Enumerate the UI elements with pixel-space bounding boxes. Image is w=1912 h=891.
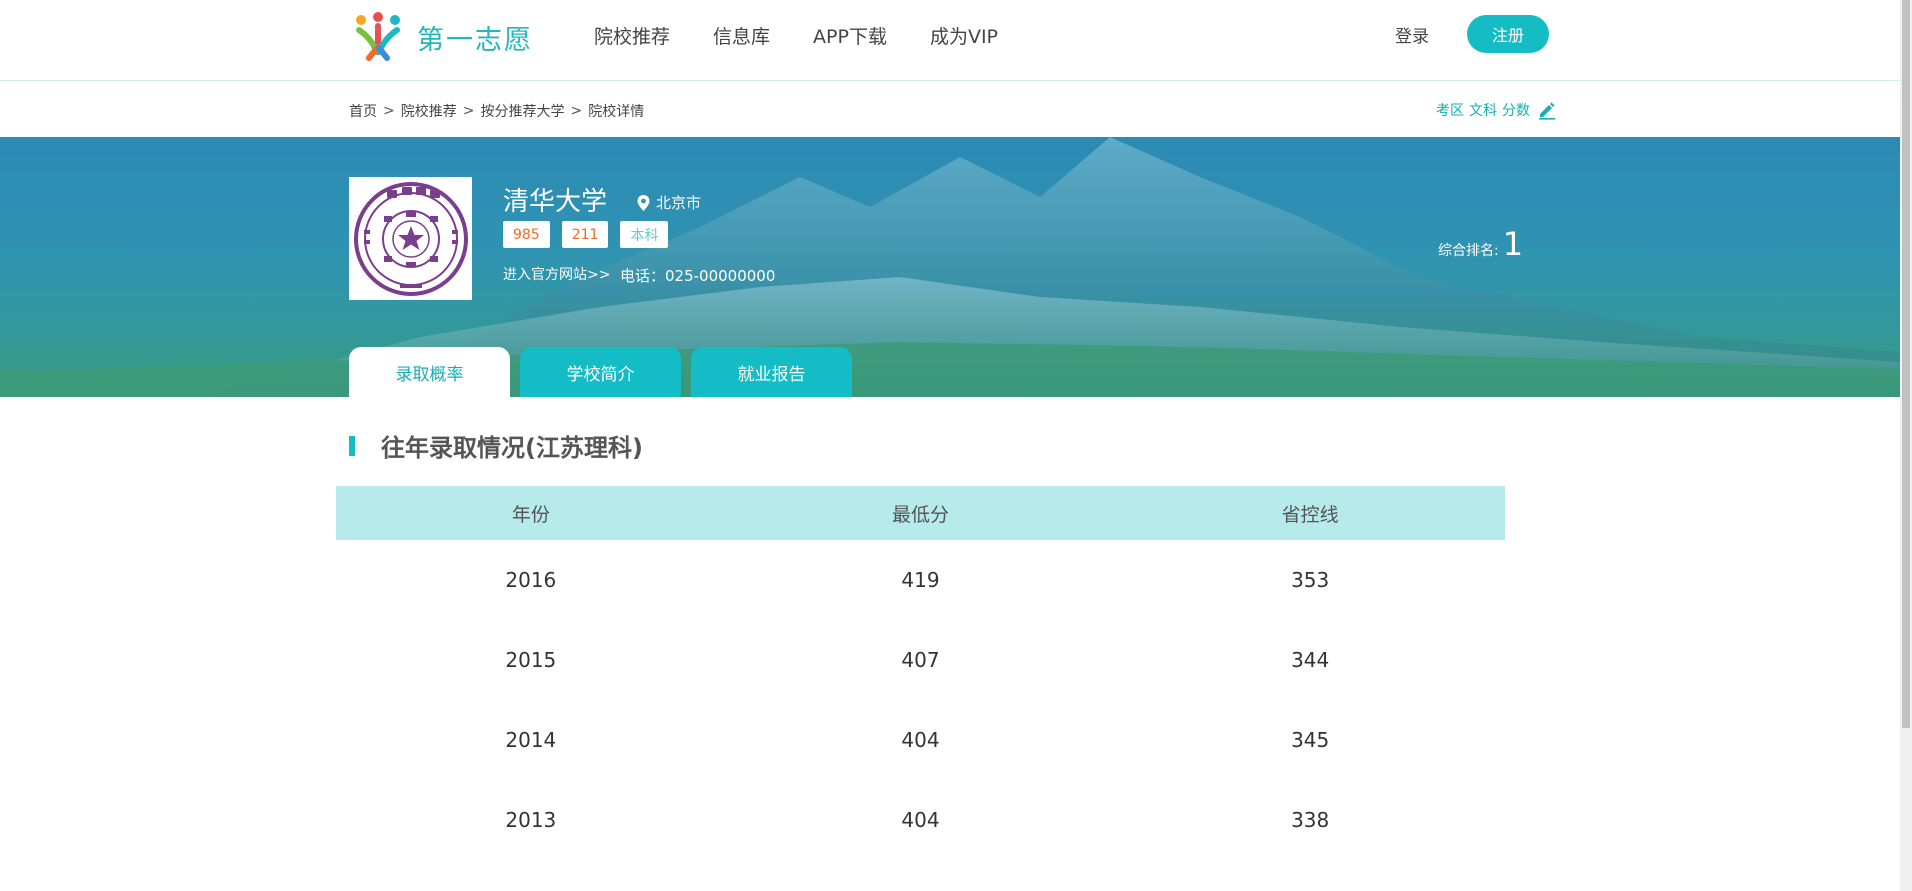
breadcrumb: 首页 > 院校推荐 > 按分推荐大学 > 院校详情 — [349, 101, 644, 121]
school-banner: 清华大学 北京市 985 211 本科 进入官方网站>> 电话：025-0000… — [0, 137, 1900, 397]
score-filters: 考区 文科 分数 — [1436, 100, 1557, 120]
tab-admission-probability[interactable]: 录取概率 — [349, 347, 510, 397]
edit-icon[interactable] — [1537, 100, 1557, 120]
section-title: 往年录取情况(江苏理科) — [381, 434, 643, 462]
breadcrumb-home[interactable]: 首页 — [349, 101, 377, 121]
register-button[interactable]: 注册 — [1467, 15, 1549, 53]
top-navigation-bar: 第一志愿 院校推荐 信息库 APP下载 成为VIP 登录 注册 — [0, 0, 1900, 81]
logo-text: 第一志愿 — [417, 24, 533, 56]
table-row: 2013 404 338 — [336, 780, 1505, 860]
cell-year: 2014 — [505, 728, 557, 752]
map-pin-icon — [637, 194, 650, 211]
school-emblem — [349, 177, 472, 300]
cell-min-score: 419 — [901, 568, 940, 592]
mountain-background — [0, 137, 1900, 397]
cell-min-score: 407 — [901, 648, 940, 672]
school-tags: 985 211 本科 — [503, 221, 680, 248]
school-tabs: 录取概率 学校简介 就业报告 — [349, 347, 862, 397]
cell-year: 2013 — [505, 808, 557, 832]
cell-control-line: 353 — [1291, 568, 1330, 592]
overall-ranking: 综合排名: 1 — [1438, 225, 1523, 263]
column-header-control-line: 省控线 — [1281, 503, 1339, 526]
tab-school-intro[interactable]: 学校简介 — [520, 347, 681, 397]
official-website-link[interactable]: 进入官方网站>> — [503, 264, 610, 284]
school-location: 北京市 — [637, 192, 701, 213]
breadcrumb-score-recommend[interactable]: 按分推荐大学 — [480, 101, 564, 121]
filter-subject[interactable]: 文科 — [1469, 100, 1497, 120]
logo-icon — [356, 12, 400, 61]
nav-item-become-vip[interactable]: 成为VIP — [930, 22, 998, 49]
table-row: 2015 407 344 — [336, 620, 1505, 700]
school-name: 清华大学 — [503, 187, 608, 217]
tag-undergraduate: 本科 — [620, 221, 669, 248]
cell-control-line: 345 — [1291, 728, 1330, 752]
table-row: 2016 419 353 — [336, 540, 1505, 620]
filter-score[interactable]: 分数 — [1502, 100, 1530, 120]
column-header-min-score: 最低分 — [892, 503, 950, 526]
login-link[interactable]: 登录 — [1395, 22, 1429, 47]
breadcrumb-separator: > — [383, 103, 395, 119]
ranking-value: 1 — [1502, 225, 1524, 263]
column-header-year: 年份 — [511, 503, 550, 526]
tab-employment-report[interactable]: 就业报告 — [691, 347, 852, 397]
tag-985: 985 — [503, 221, 550, 248]
cell-year: 2016 — [505, 568, 557, 592]
tag-211: 211 — [561, 221, 609, 248]
school-location-text: 北京市 — [656, 194, 702, 212]
ranking-label: 综合排名: — [1438, 243, 1499, 259]
table-header: 年份 最低分 省控线 — [336, 486, 1505, 540]
section-heading: 往年录取情况(江苏理科) — [349, 428, 643, 463]
cell-control-line: 338 — [1291, 808, 1330, 832]
main-nav: 院校推荐 信息库 APP下载 成为VIP — [594, 0, 1041, 70]
breadcrumb-current: 院校详情 — [588, 104, 645, 120]
breadcrumb-separator: > — [570, 103, 583, 119]
cell-min-score: 404 — [901, 728, 940, 752]
site-logo[interactable]: 第一志愿 — [349, 12, 533, 62]
scrollbar-thumb[interactable] — [1902, 0, 1910, 728]
nav-item-info-library[interactable]: 信息库 — [713, 22, 770, 49]
breadcrumb-separator: > — [462, 103, 475, 119]
tsinghua-seal-icon — [353, 181, 468, 296]
breadcrumb-school-recommend[interactable]: 院校推荐 — [401, 101, 457, 121]
cell-year: 2015 — [505, 648, 557, 672]
table-row: 2014 404 345 — [336, 700, 1505, 780]
page-scrollbar[interactable] — [1900, 0, 1912, 891]
school-phone: 电话：025-00000000 — [620, 267, 776, 285]
section-accent-bar — [349, 435, 355, 456]
cell-min-score: 404 — [901, 808, 940, 832]
cell-control-line: 344 — [1291, 648, 1330, 672]
admission-history-table: 年份 最低分 省控线 2016 419 353 2015 407 344 201… — [336, 486, 1505, 860]
nav-item-app-download[interactable]: APP下载 — [813, 22, 887, 49]
nav-item-school-recommend[interactable]: 院校推荐 — [594, 22, 670, 49]
filter-region[interactable]: 考区 — [1436, 100, 1464, 120]
